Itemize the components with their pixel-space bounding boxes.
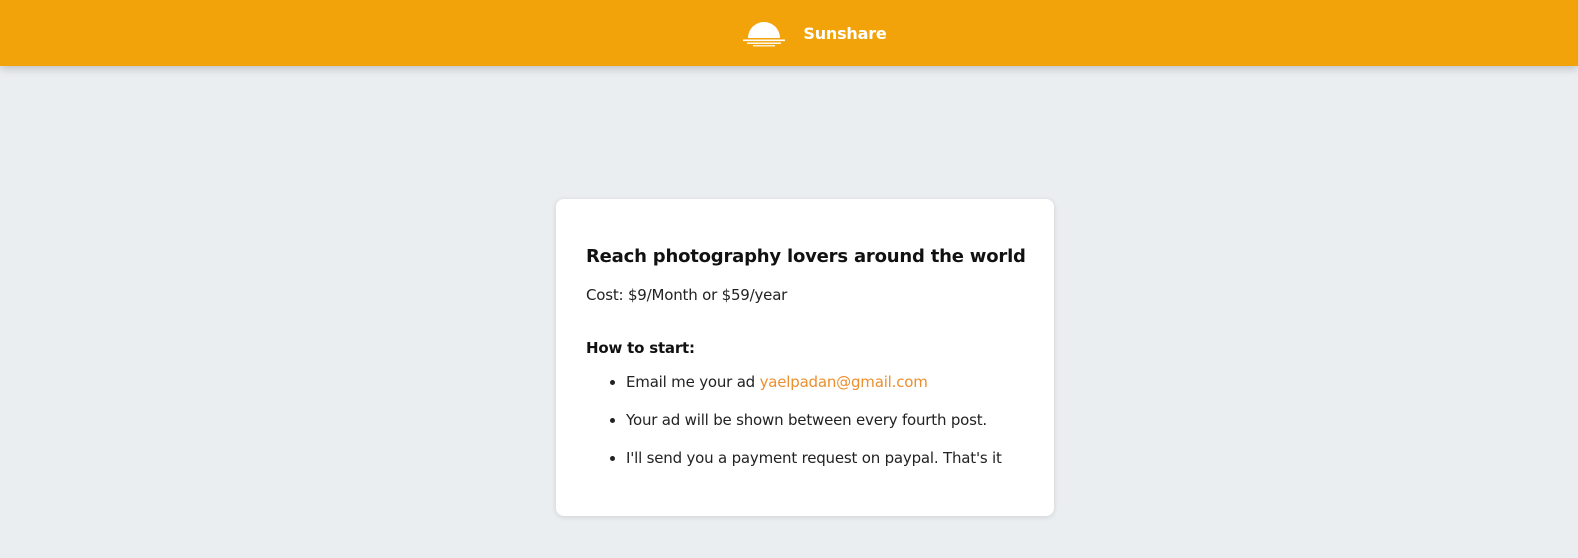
email-link[interactable]: yaelpadan@gmail.com bbox=[760, 373, 928, 391]
step-text: Email me your ad bbox=[626, 373, 760, 391]
advertise-card: Reach photography lovers around the worl… bbox=[556, 199, 1054, 516]
list-item: Your ad will be shown between every four… bbox=[626, 410, 1054, 430]
cost-text: Cost: $9/Month or $59/year bbox=[586, 286, 788, 304]
top-header: Sunshare bbox=[0, 0, 1578, 66]
card-title: Reach photography lovers around the worl… bbox=[586, 246, 1026, 267]
how-to-start-heading: How to start: bbox=[586, 339, 695, 357]
step-text: Your ad will be shown between every four… bbox=[626, 411, 987, 429]
sunset-icon bbox=[743, 22, 786, 47]
steps-list: Email me your ad yaelpadan@gmail.com You… bbox=[586, 372, 1054, 468]
step-text: I'll send you a payment request on paypa… bbox=[626, 449, 1002, 467]
brand-name: Sunshare bbox=[803, 23, 887, 43]
list-item: Email me your ad yaelpadan@gmail.com bbox=[626, 372, 1054, 392]
brand[interactable]: Sunshare bbox=[743, 19, 887, 47]
list-item: I'll send you a payment request on paypa… bbox=[626, 448, 1054, 468]
